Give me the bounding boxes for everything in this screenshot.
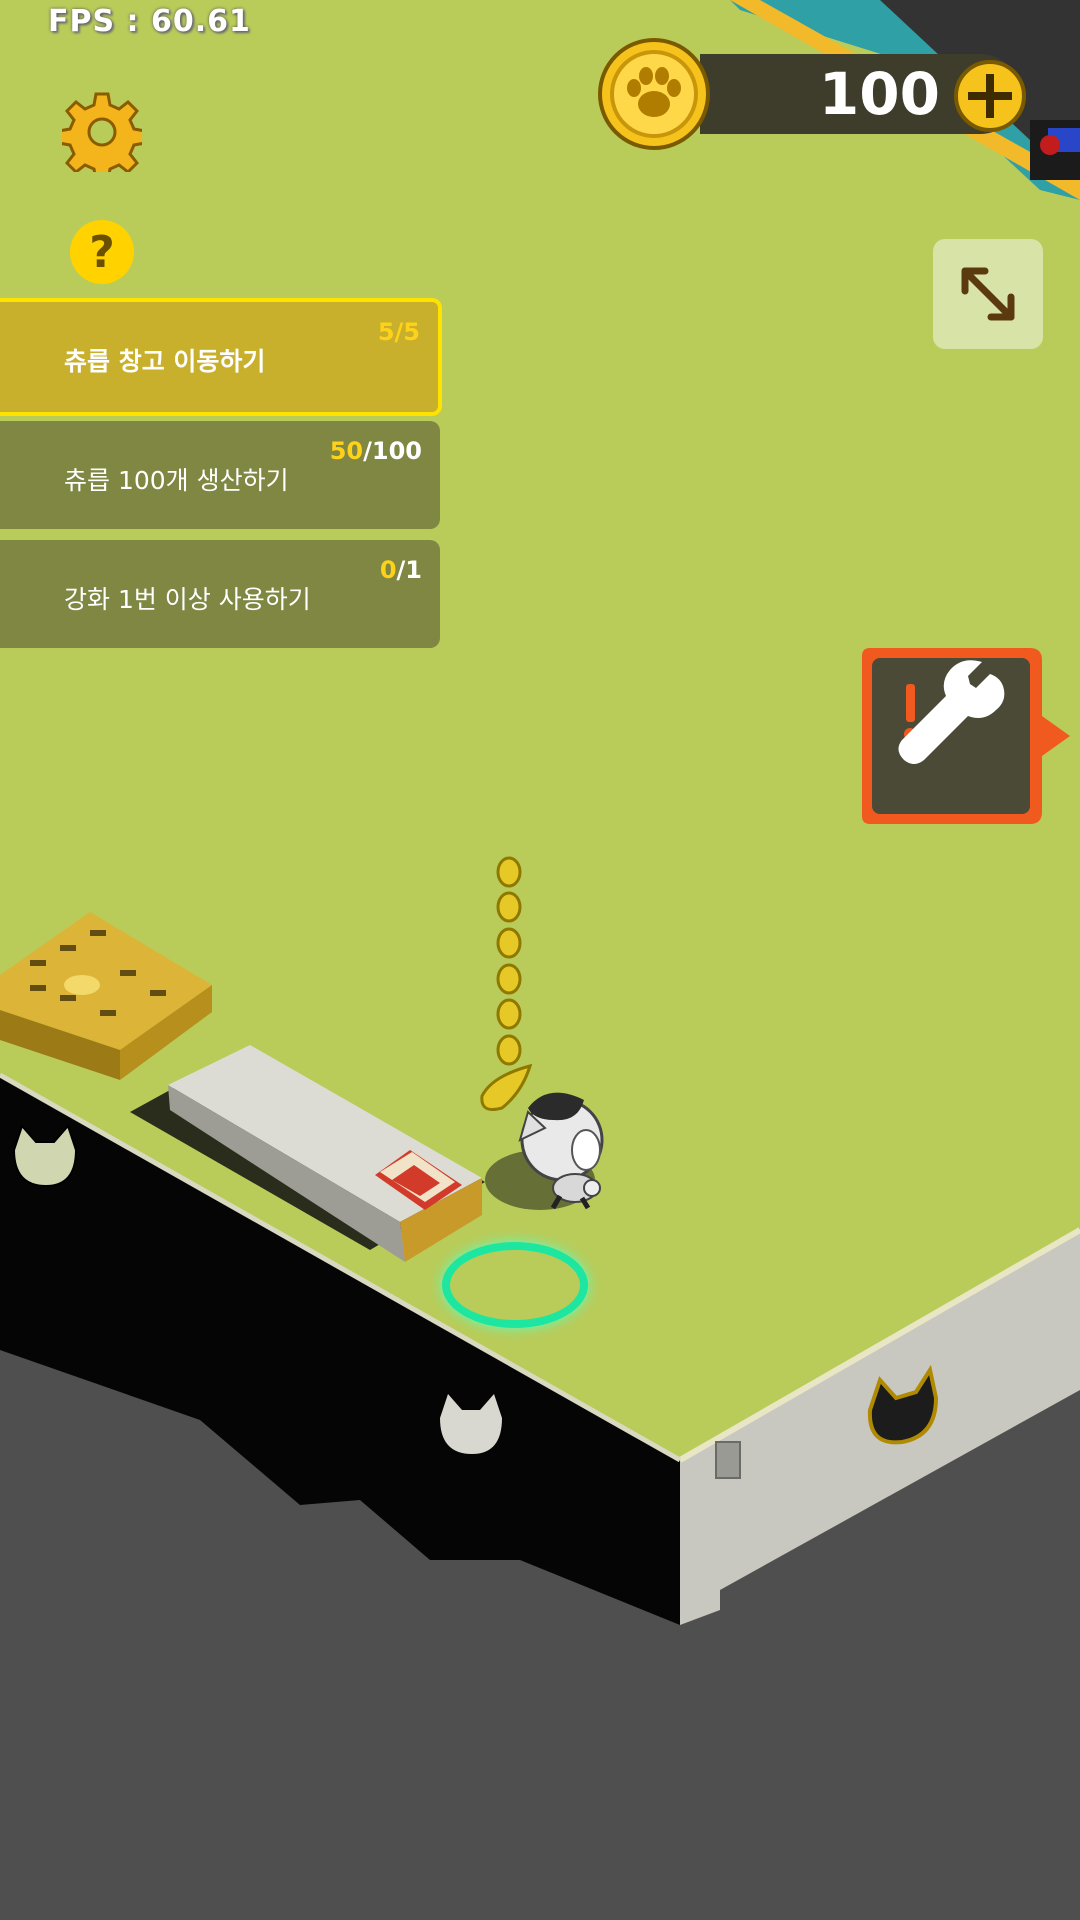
quest-progress: 50/100 [329,437,422,465]
quest-item-2[interactable]: 츄릅 100개 생산하기 50/100 [0,421,440,529]
gear-icon [57,92,147,182]
quest-item-1[interactable]: 츄릅 창고 이동하기 5/5 [0,298,442,416]
fps-counter: FPS : 60.61 [48,4,251,39]
quest-title: 츄릅 창고 이동하기 [64,347,266,376]
drop-zone-ring[interactable] [442,1242,588,1328]
quest-progress: 5/5 [377,318,420,346]
expand-arrows-icon [961,267,1015,321]
add-coins-button[interactable] [952,58,1028,134]
help-button[interactable]: ? [70,220,134,284]
paw-coin-icon [598,38,710,150]
question-icon: ? [89,226,115,278]
coin-amount: 100 [818,60,940,128]
repair-alert-button[interactable] [860,644,1080,828]
quest-title: 강화 1번 이상 사용하기 [64,585,311,614]
expand-view-button[interactable] [933,239,1043,349]
quest-progress: 0/1 [379,556,422,584]
game-scene [0,0,1080,1920]
quest-item-3[interactable]: 강화 1번 이상 사용하기 0/1 [0,540,440,648]
quest-title: 츄릅 100개 생산하기 [64,466,289,495]
settings-button[interactable] [57,92,147,182]
